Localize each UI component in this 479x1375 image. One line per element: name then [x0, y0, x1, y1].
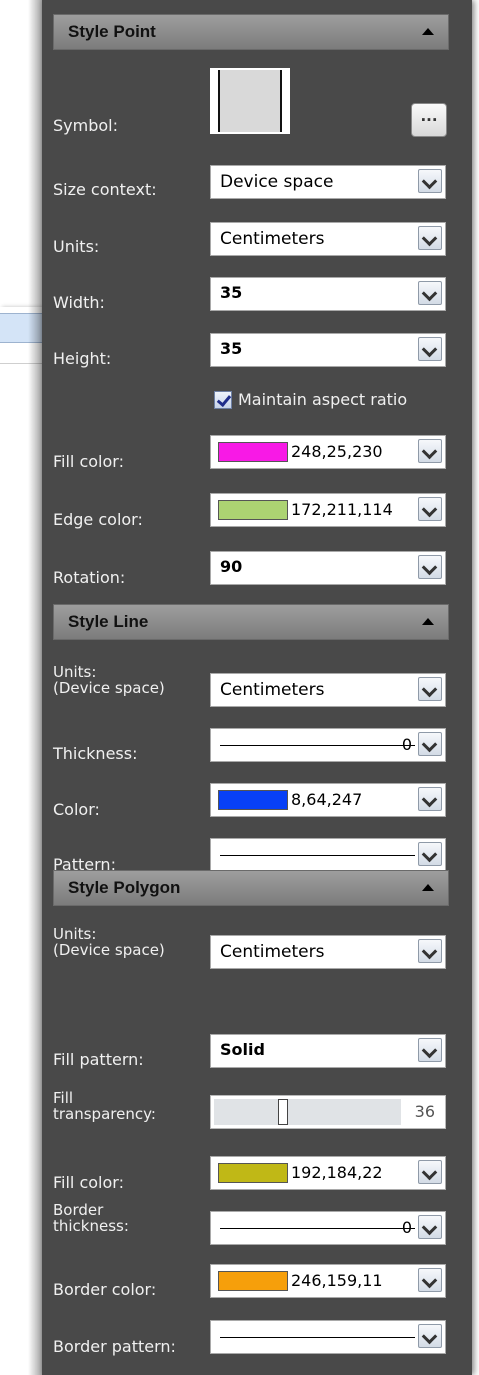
border-thickness-combo[interactable]: 0 — [210, 1211, 446, 1245]
border-thickness-label: Border thickness: — [53, 1201, 129, 1235]
chevron-down-icon[interactable] — [418, 439, 442, 463]
slider-track[interactable] — [214, 1099, 401, 1125]
size-context-label: Size context: — [53, 180, 157, 199]
fill-pattern-label: Fill pattern: — [53, 1050, 144, 1069]
pattern-sample — [220, 855, 415, 856]
height-combo[interactable]: 35 — [210, 333, 446, 367]
width-combo[interactable]: 35 — [210, 277, 446, 311]
border-color-picker[interactable]: 246,159,11 — [210, 1264, 446, 1298]
size-context-select[interactable]: Device space — [210, 165, 446, 199]
maintain-aspect-checkbox[interactable] — [214, 390, 232, 409]
edge-color-value: 172,211,114 — [291, 500, 393, 519]
chevron-down-icon[interactable] — [418, 169, 442, 193]
fill-color-picker[interactable]: 248,25,230 — [210, 435, 446, 469]
polygon-fill-color-swatch — [218, 1163, 288, 1183]
chevron-down-icon[interactable] — [418, 337, 442, 361]
polygon-fill-color-label: Fill color: — [53, 1173, 124, 1192]
chevron-down-icon[interactable] — [418, 1160, 442, 1184]
thickness-value: 0 — [401, 735, 412, 754]
chevron-down-icon[interactable] — [418, 732, 442, 756]
collapse-arrow-icon[interactable] — [422, 884, 434, 891]
style-line-header[interactable]: Style Line — [53, 604, 449, 640]
fill-transparency-value: 36 — [414, 1102, 435, 1121]
fill-pattern-select[interactable]: Solid — [210, 1034, 446, 1068]
style-line-title: Style Line — [68, 612, 149, 631]
chevron-down-icon[interactable] — [418, 281, 442, 305]
panel-shadow — [28, 0, 42, 1375]
fill-pattern-value: Solid — [220, 1040, 265, 1059]
line-units-select[interactable]: Centimeters — [210, 673, 446, 707]
border-color-value: 246,159,11 — [291, 1271, 383, 1290]
border-color-swatch — [218, 1271, 288, 1291]
fill-transparency-label: Fill transparency: — [53, 1089, 156, 1123]
line-color-swatch — [218, 790, 288, 810]
rotation-label: Rotation: — [53, 568, 126, 587]
polygon-units-label: Units: (Device space) — [53, 925, 165, 959]
edge-color-picker[interactable]: 172,211,114 — [210, 493, 446, 527]
height-value: 35 — [220, 339, 243, 358]
chevron-down-icon[interactable] — [418, 555, 442, 579]
border-line-sample — [220, 1228, 415, 1229]
style-polygon-title: Style Polygon — [68, 878, 181, 897]
chevron-down-icon[interactable] — [418, 939, 442, 963]
slider-thumb[interactable] — [278, 1099, 288, 1125]
line-units-value: Centimeters — [220, 680, 325, 700]
border-pattern-label: Border pattern: — [53, 1337, 176, 1356]
maintain-aspect-row[interactable]: Maintain aspect ratio — [214, 390, 407, 409]
chevron-down-icon[interactable] — [418, 1268, 442, 1292]
symbol-label: Symbol: — [53, 116, 118, 135]
chevron-down-icon[interactable] — [418, 1215, 442, 1239]
size-context-value: Device space — [220, 172, 334, 192]
height-label: Height: — [53, 349, 112, 368]
chevron-down-icon[interactable] — [418, 787, 442, 811]
rotation-value: 90 — [220, 557, 243, 576]
chevron-down-icon[interactable] — [418, 1324, 442, 1348]
chevron-down-icon[interactable] — [418, 842, 442, 866]
fill-color-swatch — [218, 442, 288, 462]
fill-color-value: 248,25,230 — [291, 442, 383, 461]
style-point-title: Style Point — [68, 22, 156, 41]
edge-color-swatch — [218, 500, 288, 520]
width-value: 35 — [220, 283, 243, 302]
symbol-preview[interactable] — [210, 68, 290, 134]
polygon-fill-color-value: 192,184,22 — [291, 1163, 383, 1182]
fill-color-label: Fill color: — [53, 452, 124, 471]
units-select[interactable]: Centimeters — [210, 222, 446, 256]
border-pattern-select[interactable] — [210, 1320, 446, 1354]
thickness-combo[interactable]: 0 — [210, 728, 446, 762]
border-color-label: Border color: — [53, 1280, 157, 1299]
line-color-label: Color: — [53, 800, 100, 819]
line-sample — [220, 745, 415, 746]
chevron-down-icon[interactable] — [418, 677, 442, 701]
border-thickness-value: 0 — [401, 1218, 412, 1237]
symbol-browse-button[interactable]: ... — [411, 103, 447, 137]
polygon-fill-color-picker[interactable]: 192,184,22 — [210, 1156, 446, 1190]
units-label: Units: — [53, 237, 100, 256]
symbol-shape-icon — [218, 70, 282, 132]
chevron-down-icon[interactable] — [418, 1038, 442, 1062]
collapse-arrow-icon[interactable] — [422, 28, 434, 35]
style-point-header[interactable]: Style Point — [53, 14, 449, 50]
chevron-down-icon[interactable] — [418, 497, 442, 521]
pattern-select[interactable] — [210, 838, 446, 872]
units-value: Centimeters — [220, 229, 325, 249]
thickness-label: Thickness: — [53, 744, 138, 763]
fill-transparency-slider[interactable]: 36 — [210, 1095, 446, 1129]
polygon-units-select[interactable]: Centimeters — [210, 935, 446, 969]
border-pattern-sample — [220, 1337, 415, 1338]
rotation-combo[interactable]: 90 — [210, 551, 446, 585]
line-color-value: 8,64,247 — [291, 790, 363, 809]
collapse-arrow-icon[interactable] — [422, 618, 434, 625]
line-color-picker[interactable]: 8,64,247 — [210, 783, 446, 817]
polygon-units-value: Centimeters — [220, 942, 325, 962]
width-label: Width: — [53, 293, 105, 312]
style-polygon-header[interactable]: Style Polygon — [53, 870, 449, 906]
maintain-aspect-label[interactable]: Maintain aspect ratio — [238, 390, 407, 409]
edge-color-label: Edge color: — [53, 510, 143, 529]
chevron-down-icon[interactable] — [418, 226, 442, 250]
line-units-label: Units: (Device space) — [53, 663, 165, 697]
